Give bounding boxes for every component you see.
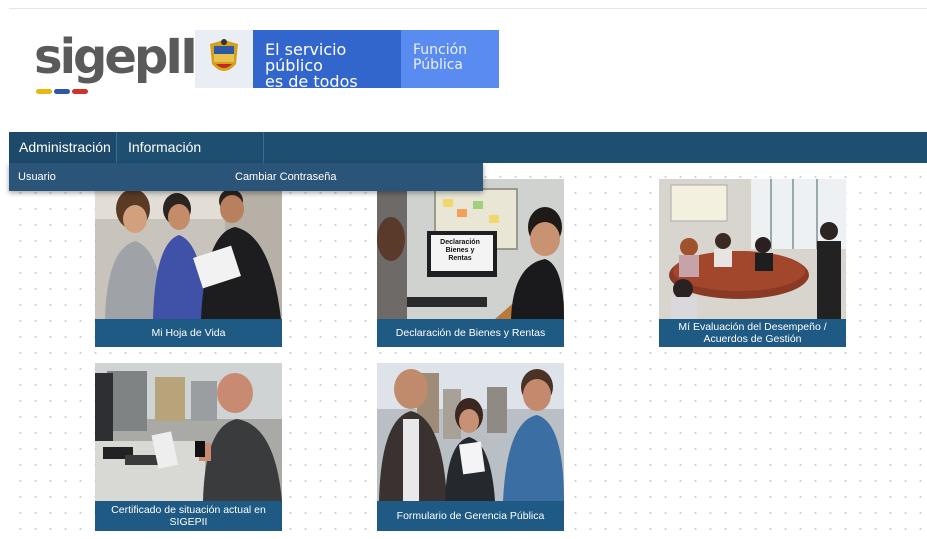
declaracion-photo: Declaración Bienes y Rentas <box>377 179 564 319</box>
government-banner[interactable]: El servicio público es de todos Función … <box>195 30 499 91</box>
evaluacion-photo <box>659 179 846 319</box>
dropdown-item-cambiar-contrasena[interactable]: Cambiar Contraseña <box>235 163 337 191</box>
logo-bar-blue <box>54 89 70 94</box>
card-hoja-de-vida[interactable]: Mi Hoja de Vida <box>95 179 282 347</box>
hoja-de-vida-photo <box>95 179 282 319</box>
funcion-publica-label: Función Pública <box>401 30 499 88</box>
card-label: Mi Hoja de Vida <box>95 319 282 347</box>
logo-bar-yellow <box>36 89 52 94</box>
gov-slogan-line-2: es de todos <box>265 72 358 91</box>
card-label: Declaración de Bienes y Rentas <box>377 319 564 347</box>
card-formulario-gerencia[interactable]: Formulario de Gerencia Pública <box>377 363 564 531</box>
declaracion-screen-text: Declaración Bienes y Rentas <box>440 239 480 262</box>
card-certificado-situacion[interactable]: Certificado de situación actual en SIGEP… <box>95 363 282 531</box>
card-label: Formulario de Gerencia Pública <box>377 501 564 531</box>
certificado-photo <box>95 363 282 501</box>
dropdown-item-usuario[interactable]: Usuario <box>18 163 56 191</box>
nav-separator <box>263 132 264 163</box>
administracion-dropdown: Usuario Cambiar Contraseña <box>9 163 483 191</box>
gov-slogan-line-1: El servicio público <box>265 40 347 75</box>
site-header: sigepII El servicio público es de todos … <box>0 9 927 132</box>
funcion-publica-line-2: Pública <box>413 57 464 73</box>
card-declaracion-bienes-rentas[interactable]: Declaración Bienes y Rentas Declaración … <box>377 179 564 347</box>
gov-slogan: El servicio público es de todos <box>253 30 401 91</box>
logo-wordmark: sigepII <box>34 29 198 85</box>
gerencia-photo <box>377 363 564 501</box>
card-label: Mí Evaluación del Desempeño / Acuerdos d… <box>659 319 846 347</box>
nav-item-administracion[interactable]: Administración <box>9 132 117 163</box>
card-label: Certificado de situación actual en SIGEP… <box>95 501 282 531</box>
main-navbar: Administración Información Personal <box>9 132 927 186</box>
sigep-logo[interactable]: sigepII <box>34 29 198 95</box>
funcion-publica-line-1: Función <box>413 42 468 58</box>
main-content: Mi Hoja de Vida Declaración Bienes y Ren… <box>9 163 927 539</box>
nav-item-informacion-personal[interactable]: Información Personal <box>118 132 264 186</box>
colombia-crest-icon <box>195 30 253 88</box>
card-evaluacion-desempeno[interactable]: Mí Evaluación del Desempeño / Acuerdos d… <box>659 179 846 347</box>
logo-bar-red <box>72 89 88 94</box>
